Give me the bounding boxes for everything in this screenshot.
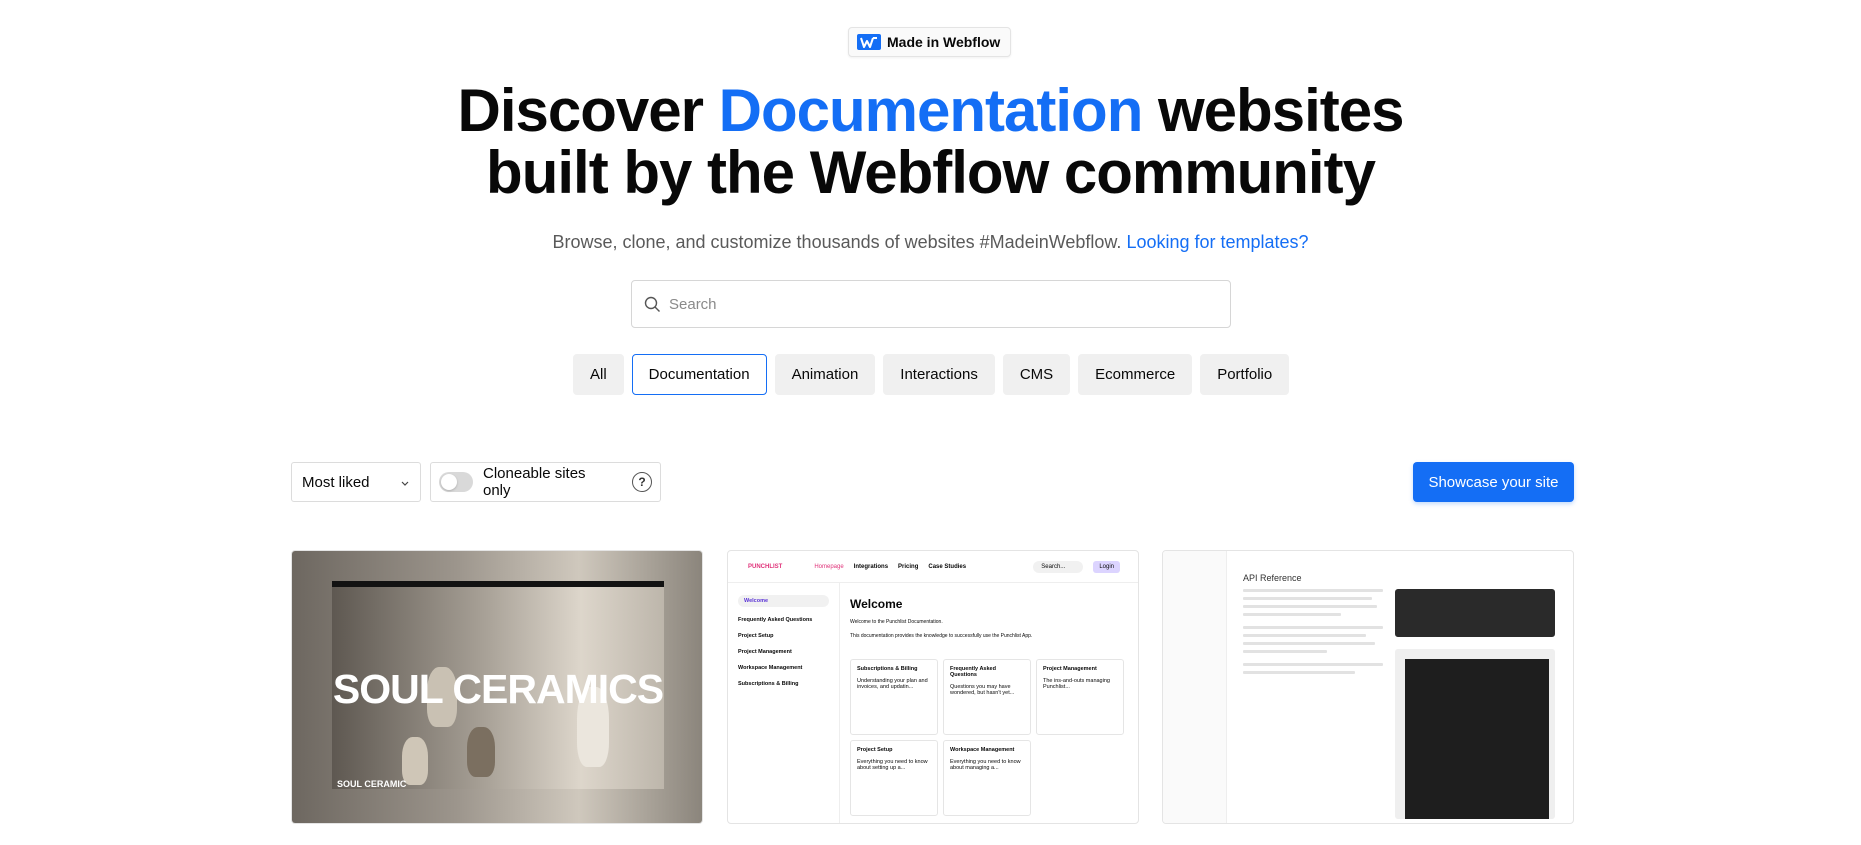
search-input[interactable] xyxy=(669,295,1189,313)
thumbnail-text: This documentation provides the knowledg… xyxy=(850,633,1033,639)
thumbnail-nav-item: Homepage xyxy=(814,563,844,570)
thumbnail-main: Welcome Welcome to the Punchlist Documen… xyxy=(850,597,1130,639)
thumbnail-title: SOUL CERAMICS xyxy=(332,666,664,712)
thumbnail-code-block xyxy=(1395,589,1555,637)
subtitle-text: Browse, clone, and customize thousands o… xyxy=(552,232,1122,252)
webflow-logo-icon xyxy=(857,34,881,50)
filter-animation[interactable]: Animation xyxy=(774,354,876,395)
thumbnail-search: Search... xyxy=(1033,560,1084,573)
category-filters: All Documentation Animation Interactions… xyxy=(573,354,1290,395)
site-card-soul-ceramics[interactable]: SOUL CERAMICS SOUL CERAMIC xyxy=(291,550,703,824)
chevron-down-icon xyxy=(400,474,410,491)
search-icon xyxy=(644,296,661,313)
cloneable-toggle[interactable] xyxy=(439,472,473,492)
showcase-button[interactable]: Showcase your site xyxy=(1413,462,1574,502)
site-card-punchlist[interactable]: PUNCHLIST Homepage Integrations Pricing … xyxy=(727,550,1139,824)
filter-portfolio[interactable]: Portfolio xyxy=(1200,354,1290,395)
thumbnail-nav-item: Pricing xyxy=(898,563,919,570)
filter-all[interactable]: All xyxy=(573,354,624,395)
search-box[interactable] xyxy=(631,280,1231,328)
thumbnail-sidebar-item: Project Setup xyxy=(738,633,774,639)
sort-select[interactable]: Most liked xyxy=(291,462,421,502)
thumbnail-text: Welcome to the Punchlist Documentation. xyxy=(850,619,943,625)
title-accent: Documentation xyxy=(718,77,1144,144)
help-icon[interactable]: ? xyxy=(632,472,652,492)
vase-image xyxy=(402,737,428,785)
made-in-webflow-badge[interactable]: Made in Webflow xyxy=(848,27,1012,57)
vase-image xyxy=(467,727,495,777)
thumbnail-sidebar-item: Project Management xyxy=(738,649,792,655)
thumbnail-nav-item: Integrations xyxy=(853,563,889,570)
thumbnail-sidebar: Welcome Frequently Asked Questions Proje… xyxy=(728,583,840,823)
thumbnail-tile: Workspace Management Everything you need … xyxy=(943,740,1031,816)
hero: Discover Documentation websites built by… xyxy=(0,80,1861,204)
title-line-2: built by the Webflow community xyxy=(486,139,1376,206)
site-card-api-reference[interactable]: API Reference xyxy=(1162,550,1574,824)
thumbnail-text-block xyxy=(1243,589,1383,679)
thumbnail-subtitle: SOUL CERAMIC xyxy=(337,779,407,789)
thumbnail-sidebar xyxy=(1163,551,1227,823)
thumbnail-tile: Project Management The ins-and-outs manag… xyxy=(1036,659,1124,735)
sort-value: Most liked xyxy=(302,473,370,491)
thumbnail-tile: Project Setup Everything you need to know… xyxy=(850,740,938,816)
thumbnail-sidebar-item: Welcome xyxy=(738,595,829,607)
filter-cms[interactable]: CMS xyxy=(1002,354,1071,395)
thumbnail-heading: Welcome xyxy=(850,597,903,611)
thumbnail-tile: Subscriptions & Billing Understanding you… xyxy=(850,659,938,735)
badge-label: Made in Webflow xyxy=(887,34,1001,50)
thumbnail-code-panel xyxy=(1395,649,1555,819)
filter-ecommerce[interactable]: Ecommerce xyxy=(1078,354,1193,395)
thumbnail-tiles: Subscriptions & Billing Understanding you… xyxy=(850,659,1124,816)
title-part: Discover xyxy=(457,77,719,144)
cloneable-filter: Cloneable sites only ? xyxy=(430,462,661,502)
title-part: websites xyxy=(1142,77,1404,144)
thumbnail-sidebar-item: Workspace Management xyxy=(738,665,803,671)
subtitle: Browse, clone, and customize thousands o… xyxy=(0,232,1861,253)
templates-link[interactable]: Looking for templates? xyxy=(1126,232,1308,252)
thumbnail-brand: PUNCHLIST xyxy=(748,563,783,570)
thumbnail-sidebar-item: Subscriptions & Billing xyxy=(738,681,799,687)
thumbnail-login: Login xyxy=(1093,560,1120,573)
page-title: Discover Documentation websites built by… xyxy=(0,80,1861,204)
thumbnail-sidebar-item: Frequently Asked Questions xyxy=(738,617,813,623)
filter-interactions[interactable]: Interactions xyxy=(883,354,995,395)
thumbnail-heading: API Reference xyxy=(1243,573,1302,583)
thumbnail-tile: Frequently Asked Questions Questions you … xyxy=(943,659,1031,735)
filter-documentation[interactable]: Documentation xyxy=(631,354,767,395)
cloneable-label: Cloneable sites only xyxy=(483,465,586,499)
thumbnail-nav: PUNCHLIST Homepage Integrations Pricing … xyxy=(728,551,1138,583)
thumbnail-nav-item: Case Studies xyxy=(928,563,967,570)
